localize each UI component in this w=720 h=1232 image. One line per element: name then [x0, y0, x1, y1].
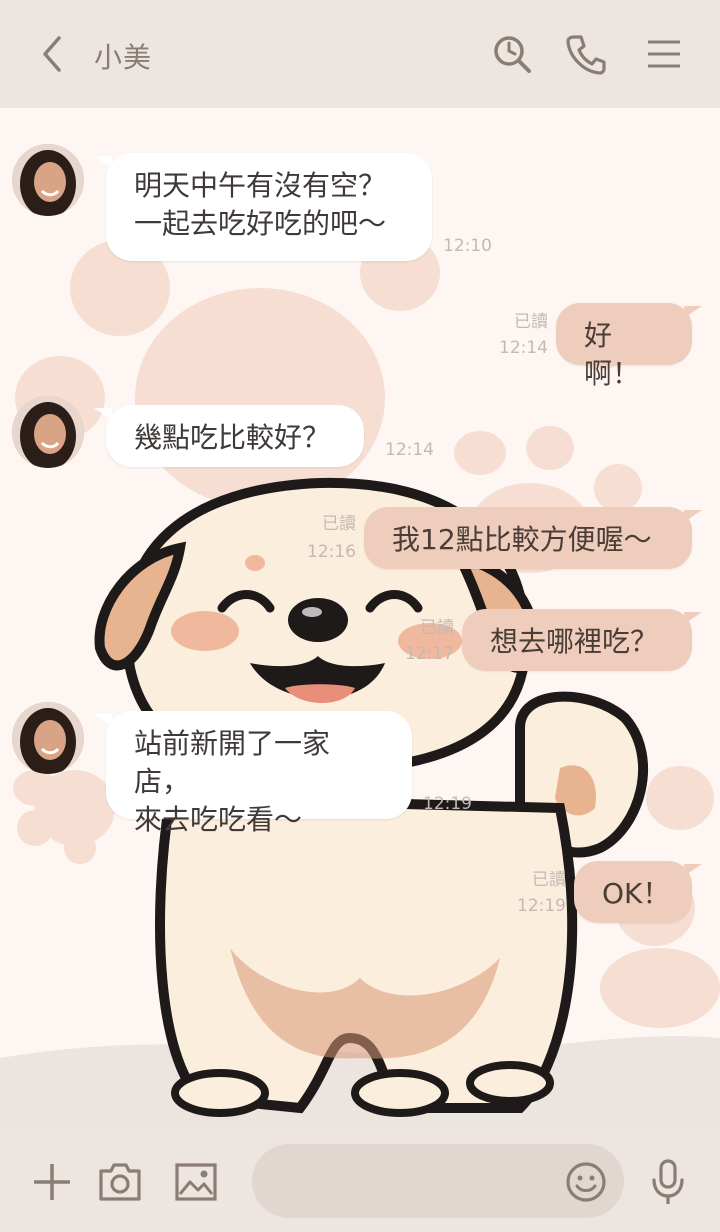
image-icon — [175, 1163, 217, 1201]
message-bubble-outgoing[interactable]: OK！ — [574, 861, 692, 923]
contact-avatar[interactable] — [12, 702, 84, 774]
message-bubble-incoming[interactable]: 幾點吃比較好？ — [106, 405, 364, 467]
read-receipt: 已讀 — [420, 618, 454, 638]
contact-avatar-image — [12, 702, 84, 774]
contact-avatar-image — [12, 396, 84, 468]
search-history-icon — [494, 36, 531, 73]
message-time: 12:17 — [405, 644, 454, 664]
menu-icon — [648, 40, 680, 68]
back-chevron-icon — [43, 36, 61, 72]
microphone-icon — [652, 1159, 684, 1204]
menu-button[interactable] — [640, 30, 688, 78]
message-bubble-outgoing[interactable]: 好啊！ — [556, 303, 692, 390]
message-time: 12:10 — [443, 236, 492, 256]
gallery-button[interactable] — [170, 1156, 222, 1208]
message-bubble-outgoing[interactable]: 想去哪裡吃？ — [462, 609, 692, 671]
emoji-button[interactable] — [560, 1156, 612, 1208]
contact-avatar[interactable] — [12, 144, 84, 216]
camera-icon — [99, 1163, 141, 1201]
emoji-icon — [566, 1162, 606, 1202]
back-button[interactable] — [28, 30, 76, 78]
contact-name[interactable]: 小美 — [94, 36, 152, 76]
contact-avatar[interactable] — [12, 396, 84, 468]
read-receipt: 已讀 — [514, 312, 548, 332]
phone-icon — [566, 35, 606, 75]
read-receipt: 已讀 — [532, 870, 566, 890]
message-time: 12:16 — [307, 542, 356, 562]
bubble-tail — [684, 612, 702, 624]
message-time: 12:14 — [385, 440, 434, 460]
add-button[interactable] — [26, 1156, 78, 1208]
bubble-tail — [684, 306, 702, 318]
contact-avatar-image — [12, 144, 84, 216]
call-button[interactable] — [562, 30, 610, 78]
message-time: 12:19 — [423, 794, 472, 814]
message-bubble-outgoing[interactable]: 我12點比較方便喔～ — [364, 507, 692, 569]
plus-icon — [34, 1164, 70, 1200]
bubble-tail — [684, 864, 702, 876]
message-bubble-incoming[interactable]: 明天中午有沒有空？ 一起去吃好吃的吧～ — [106, 153, 432, 261]
message-time: 12:19 — [517, 896, 566, 916]
chat-area[interactable]: 明天中午有沒有空？ 一起去吃好吃的吧～ 12:10 已讀 12:14 好啊！ 幾… — [0, 108, 720, 1130]
search-button[interactable] — [488, 30, 536, 78]
message-time: 12:14 — [499, 338, 548, 358]
voice-button[interactable] — [642, 1156, 694, 1208]
camera-button[interactable] — [94, 1156, 146, 1208]
chat-header: 小美 — [0, 0, 720, 108]
bubble-tail — [684, 510, 702, 522]
read-receipt: 已讀 — [322, 514, 356, 534]
message-composer — [0, 1130, 720, 1232]
message-bubble-incoming[interactable]: 站前新開了一家店， 來去吃吃看～ — [106, 711, 412, 836]
